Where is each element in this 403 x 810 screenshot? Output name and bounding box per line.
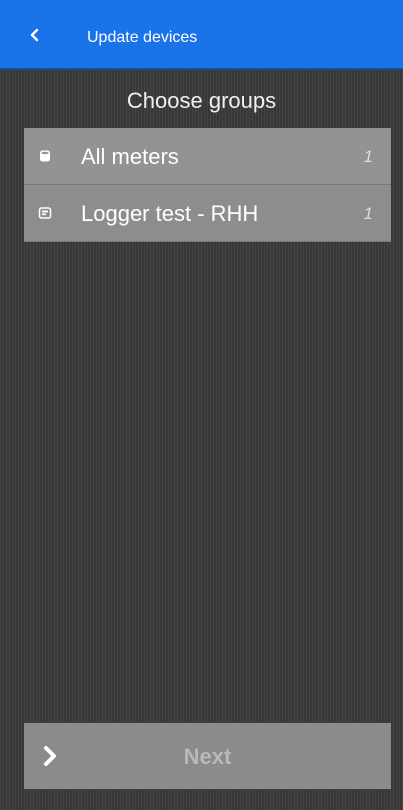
app-bar: Update devices (0, 0, 403, 70)
group-list: All meters 1 Logger test - RHH 1 (24, 128, 391, 242)
next-button-label: Next (183, 744, 232, 769)
page-title: Update devices (87, 29, 198, 46)
section-title: Choose groups (126, 88, 277, 113)
logger-icon (38, 206, 52, 220)
chevron-left-icon (30, 28, 40, 42)
group-item-all-meters[interactable]: All meters 1 (24, 128, 391, 185)
back-button[interactable] (20, 20, 50, 50)
group-count: 1 (363, 147, 373, 166)
group-item-logger-test[interactable]: Logger test - RHH 1 (24, 185, 391, 242)
group-label: All meters (81, 144, 179, 169)
cylinder-icon (38, 149, 52, 163)
group-label: Logger test - RHH (81, 201, 259, 226)
group-count: 1 (363, 204, 373, 223)
next-button[interactable]: Next (24, 723, 391, 789)
